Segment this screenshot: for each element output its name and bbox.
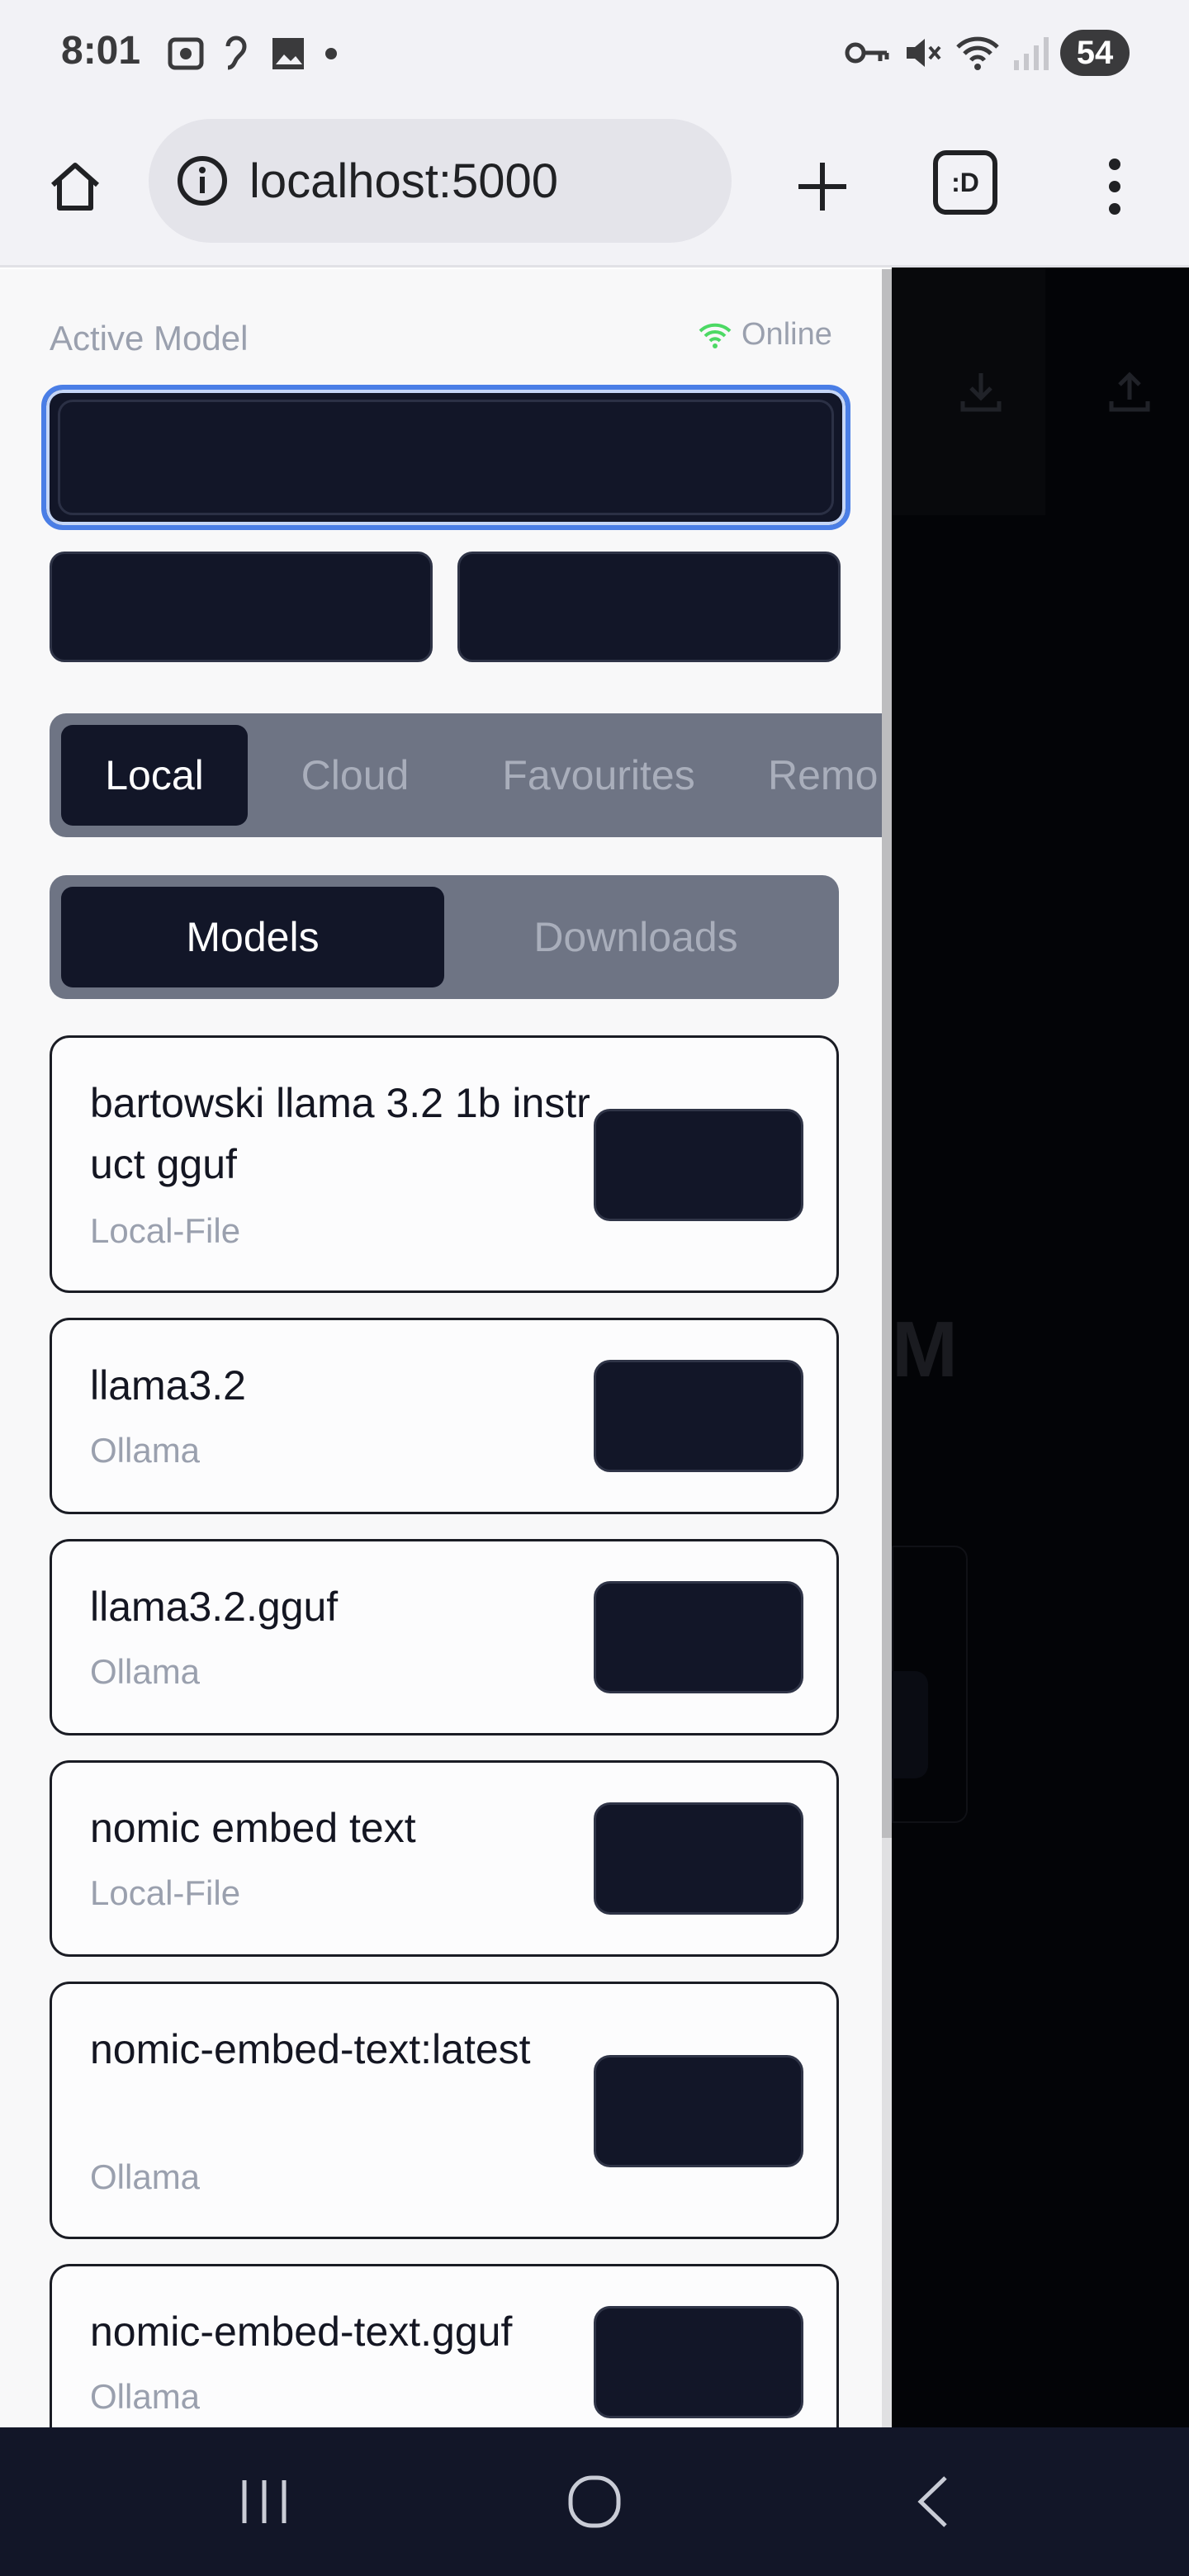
download-icon[interactable] bbox=[956, 367, 1006, 416]
status-left-icons bbox=[165, 33, 343, 74]
source-tabs: Local Cloud Favourites Remo bbox=[50, 713, 882, 837]
model-source: Ollama bbox=[90, 2157, 201, 2196]
recent-apps-icon bbox=[242, 2480, 287, 2523]
back-button[interactable] bbox=[900, 2460, 966, 2543]
model-name: llama3.2 bbox=[90, 1362, 246, 1409]
recent-apps-button[interactable] bbox=[231, 2460, 297, 2543]
tab-cloud[interactable]: Cloud bbox=[256, 725, 454, 826]
model-source: Ollama bbox=[90, 1652, 201, 1691]
active-model-select[interactable] bbox=[41, 385, 850, 530]
tab-favourites[interactable]: Favourites bbox=[462, 725, 735, 826]
upload-icon[interactable] bbox=[1105, 367, 1154, 416]
signal-icon bbox=[1014, 37, 1049, 70]
background-heading: M bbox=[892, 1305, 958, 1394]
model-source: Local-File bbox=[90, 1873, 241, 1912]
model-load-button[interactable] bbox=[594, 1109, 803, 1221]
model-action-button-1[interactable] bbox=[50, 552, 433, 662]
tab-local[interactable]: Local bbox=[61, 725, 248, 826]
status-right-icons: 54 bbox=[844, 30, 1130, 76]
dot-icon bbox=[325, 48, 337, 59]
subtab-models[interactable]: Models bbox=[61, 887, 444, 987]
browser-toolbar: localhost:5000 :D bbox=[0, 111, 1189, 268]
subtab-downloads[interactable]: Downloads bbox=[444, 887, 827, 987]
url-text: localhost:5000 bbox=[249, 154, 559, 208]
drawer-scrollbar-thumb[interactable] bbox=[882, 269, 892, 1838]
background-card-button bbox=[892, 1671, 928, 1778]
model-name: bartowski llama 3.2 1b instruct gguf bbox=[90, 1080, 590, 1187]
wifi-icon bbox=[699, 323, 732, 348]
back-icon bbox=[917, 2476, 947, 2527]
home-nav-button[interactable] bbox=[561, 2460, 628, 2543]
status-bar: 8:01 54 bbox=[0, 0, 1189, 111]
browser-menu-button[interactable] bbox=[1087, 145, 1143, 228]
status-time: 8:01 bbox=[61, 29, 141, 73]
model-load-button[interactable] bbox=[594, 2055, 803, 2167]
home-icon bbox=[51, 163, 99, 211]
home-circle-icon bbox=[568, 2475, 621, 2528]
tab-switcher-button[interactable]: :D bbox=[933, 150, 997, 215]
address-bar[interactable]: localhost:5000 bbox=[149, 119, 732, 243]
plus-icon bbox=[798, 163, 846, 211]
system-navigation-bar bbox=[0, 2427, 1189, 2576]
model-name: nomic embed text bbox=[90, 1805, 416, 1851]
model-card[interactable]: bartowski llama 3.2 1b instruct gguf Loc… bbox=[50, 1035, 839, 1293]
model-source: Local-File bbox=[90, 1211, 241, 1250]
model-load-button[interactable] bbox=[594, 1360, 803, 1472]
active-model-select-inner bbox=[58, 400, 834, 515]
model-name: nomic-embed-text.gguf bbox=[90, 2308, 513, 2355]
model-drawer: Active Model Online Local Cloud Favourit… bbox=[0, 269, 882, 2427]
model-card[interactable]: nomic-embed-text:latest Ollama bbox=[50, 1982, 839, 2239]
connection-status-text: Online bbox=[741, 317, 832, 352]
model-source: Ollama bbox=[90, 1431, 201, 1470]
new-tab-button[interactable] bbox=[781, 145, 864, 228]
gallery-icon bbox=[272, 38, 304, 69]
connection-status: Online bbox=[699, 317, 832, 353]
battery-indicator: 54 bbox=[1060, 30, 1130, 76]
model-load-button[interactable] bbox=[594, 2306, 803, 2418]
model-load-button[interactable] bbox=[594, 1802, 803, 1915]
key-icon bbox=[845, 42, 889, 64]
model-card[interactable]: nomic embed text Local-File bbox=[50, 1760, 839, 1957]
model-source: Ollama bbox=[90, 2377, 201, 2416]
mute-icon bbox=[907, 39, 941, 67]
model-name: nomic-embed-text:latest bbox=[90, 2026, 531, 2072]
screenshot-icon bbox=[168, 37, 204, 70]
model-name: llama3.2.gguf bbox=[90, 1584, 339, 1630]
more-vert-icon bbox=[1109, 159, 1120, 215]
home-button[interactable] bbox=[40, 150, 111, 221]
model-card[interactable]: llama3.2 Ollama bbox=[50, 1318, 839, 1514]
hearing-icon bbox=[225, 36, 247, 70]
model-load-button[interactable] bbox=[594, 1581, 803, 1693]
wifi-status-icon bbox=[956, 36, 999, 70]
active-model-label: Active Model bbox=[50, 319, 249, 358]
model-subtabs: Models Downloads bbox=[50, 875, 839, 999]
model-action-button-2[interactable] bbox=[457, 552, 841, 662]
model-card[interactable]: nomic-embed-text.gguf Ollama bbox=[50, 2264, 839, 2427]
tab-remote[interactable]: Remo bbox=[768, 725, 882, 826]
model-card[interactable]: llama3.2.gguf Ollama bbox=[50, 1539, 839, 1735]
info-icon[interactable] bbox=[175, 154, 230, 208]
background-app-overlay[interactable]: M bbox=[892, 268, 1189, 2427]
